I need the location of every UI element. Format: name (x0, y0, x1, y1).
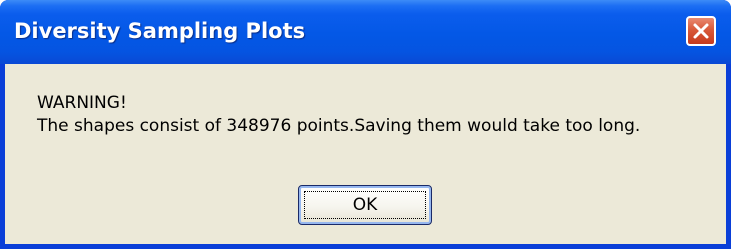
window-title: Diversity Sampling Plots (14, 19, 306, 43)
ok-button-label: OK (352, 195, 378, 215)
dialog-window: Diversity Sampling Plots WARNING! The sh… (0, 0, 731, 249)
warning-heading: WARNING! (37, 93, 127, 113)
ok-button[interactable]: OK (298, 185, 432, 225)
title-bar[interactable]: Diversity Sampling Plots (0, 0, 731, 64)
close-button[interactable] (686, 16, 716, 46)
close-icon (693, 23, 709, 39)
dialog-body: WARNING! The shapes consist of 348976 po… (5, 64, 726, 244)
warning-message: The shapes consist of 348976 points.Savi… (37, 116, 641, 136)
message-block: WARNING! The shapes consist of 348976 po… (37, 92, 640, 138)
